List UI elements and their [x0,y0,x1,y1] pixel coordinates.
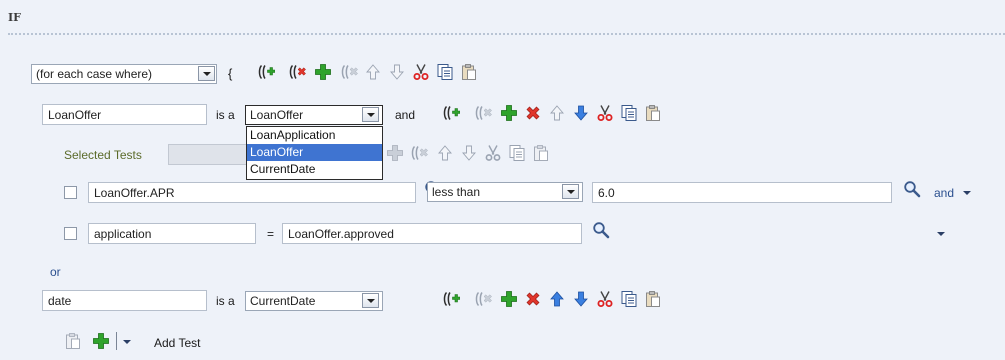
copy-icon[interactable] [620,104,638,122]
copy-icon[interactable] [436,63,454,81]
and-label: and [395,108,416,122]
test-left-operand-field[interactable]: LoanOffer.APR [88,182,416,203]
copy-disabled-icon [508,144,526,162]
selected-tests-field [168,144,248,165]
operator-selector[interactable]: less than [427,182,583,202]
is-a-label: is a [216,108,235,122]
paste-icon[interactable] [460,63,478,81]
delete-condition-disabled-icon [474,104,492,122]
dropdown-arrow-icon[interactable] [362,293,379,308]
dropdown-arrow-icon[interactable] [198,66,215,81]
insert-condition-icon[interactable] [442,290,460,308]
search-icon[interactable] [903,180,921,198]
add-test-button[interactable]: Add Test [154,336,200,350]
move-down-disabled-icon [388,63,406,81]
paste-disabled-icon [64,332,82,350]
add-icon[interactable] [314,63,332,81]
dropdown-arrow-icon[interactable] [362,107,379,122]
delete-condition-disabled-icon [410,144,428,162]
delete-disabled-icon [340,63,358,81]
chevron-down-icon[interactable] [123,340,131,344]
cut-disabled-icon [484,144,502,162]
for-each-selector-value: (for each case where) [36,67,153,81]
selected-tests-label: Selected Tests [64,148,142,162]
variable-name-value: date [48,294,72,308]
insert-condition-icon[interactable] [442,104,460,122]
chevron-down-icon[interactable] [963,191,971,195]
variable-name-value: LoanOffer [48,108,102,122]
insert-condition-icon[interactable] [257,63,275,81]
type-selector-value: CurrentDate [250,294,316,308]
test-right-operand-value: 6.0 [598,186,615,200]
insert-condition-disabled-icon [386,144,404,162]
dropdown-arrow-icon[interactable] [562,184,579,199]
paste-disabled-icon [532,144,550,162]
paste-icon[interactable] [644,290,662,308]
delete-condition-icon[interactable] [288,63,306,81]
variable-name-field[interactable]: date [42,290,207,311]
cut-icon[interactable] [412,63,430,81]
move-down-icon[interactable] [572,104,590,122]
move-down-icon[interactable] [572,290,590,308]
cut-icon[interactable] [596,104,614,122]
operator-selector-value: less than [432,185,481,199]
search-icon[interactable] [592,221,610,239]
move-up-disabled-icon [548,104,566,122]
test-checkbox[interactable] [64,186,77,199]
test-right-operand-field[interactable]: LoanOffer.approved [282,223,582,244]
equals-operator: = [267,227,275,241]
or-label: or [50,265,61,279]
type-selector-value: LoanOffer [250,108,304,122]
move-up-icon[interactable] [548,290,566,308]
delete-icon[interactable] [524,104,542,122]
add-icon[interactable] [92,332,110,350]
for-each-selector[interactable]: (for each case where) [31,64,217,84]
open-brace: { [228,66,233,81]
variable-name-field[interactable]: LoanOffer [42,104,207,125]
chevron-down-icon[interactable] [937,232,945,236]
test-checkbox[interactable] [64,227,77,240]
type-dropdown-list[interactable]: LoanApplication LoanOffer CurrentDate [246,126,383,180]
section-divider [8,33,1005,35]
move-down-disabled-icon [460,144,478,162]
delete-icon[interactable] [524,290,542,308]
test-right-operand-value: LoanOffer.approved [288,227,394,241]
type-option-currentdate[interactable]: CurrentDate [247,161,382,178]
toolbar-divider [116,332,117,350]
conjunction-label[interactable]: and [934,186,954,200]
cut-icon[interactable] [596,290,614,308]
copy-icon[interactable] [620,290,638,308]
if-label: IF [8,11,21,24]
move-up-disabled-icon [436,144,454,162]
add-icon[interactable] [500,104,518,122]
test-left-operand-field[interactable]: application [88,223,256,244]
paste-icon[interactable] [644,104,662,122]
type-option-loanoffer[interactable]: LoanOffer [247,144,382,161]
test-left-operand-value: LoanOffer.APR [94,186,175,200]
is-a-label: is a [216,294,235,308]
delete-condition-disabled-icon [474,290,492,308]
move-up-disabled-icon [364,63,382,81]
add-icon[interactable] [500,290,518,308]
test-right-operand-field[interactable]: 6.0 [592,182,892,203]
test-left-operand-value: application [94,227,152,241]
type-option-loanapplication[interactable]: LoanApplication [247,127,382,144]
